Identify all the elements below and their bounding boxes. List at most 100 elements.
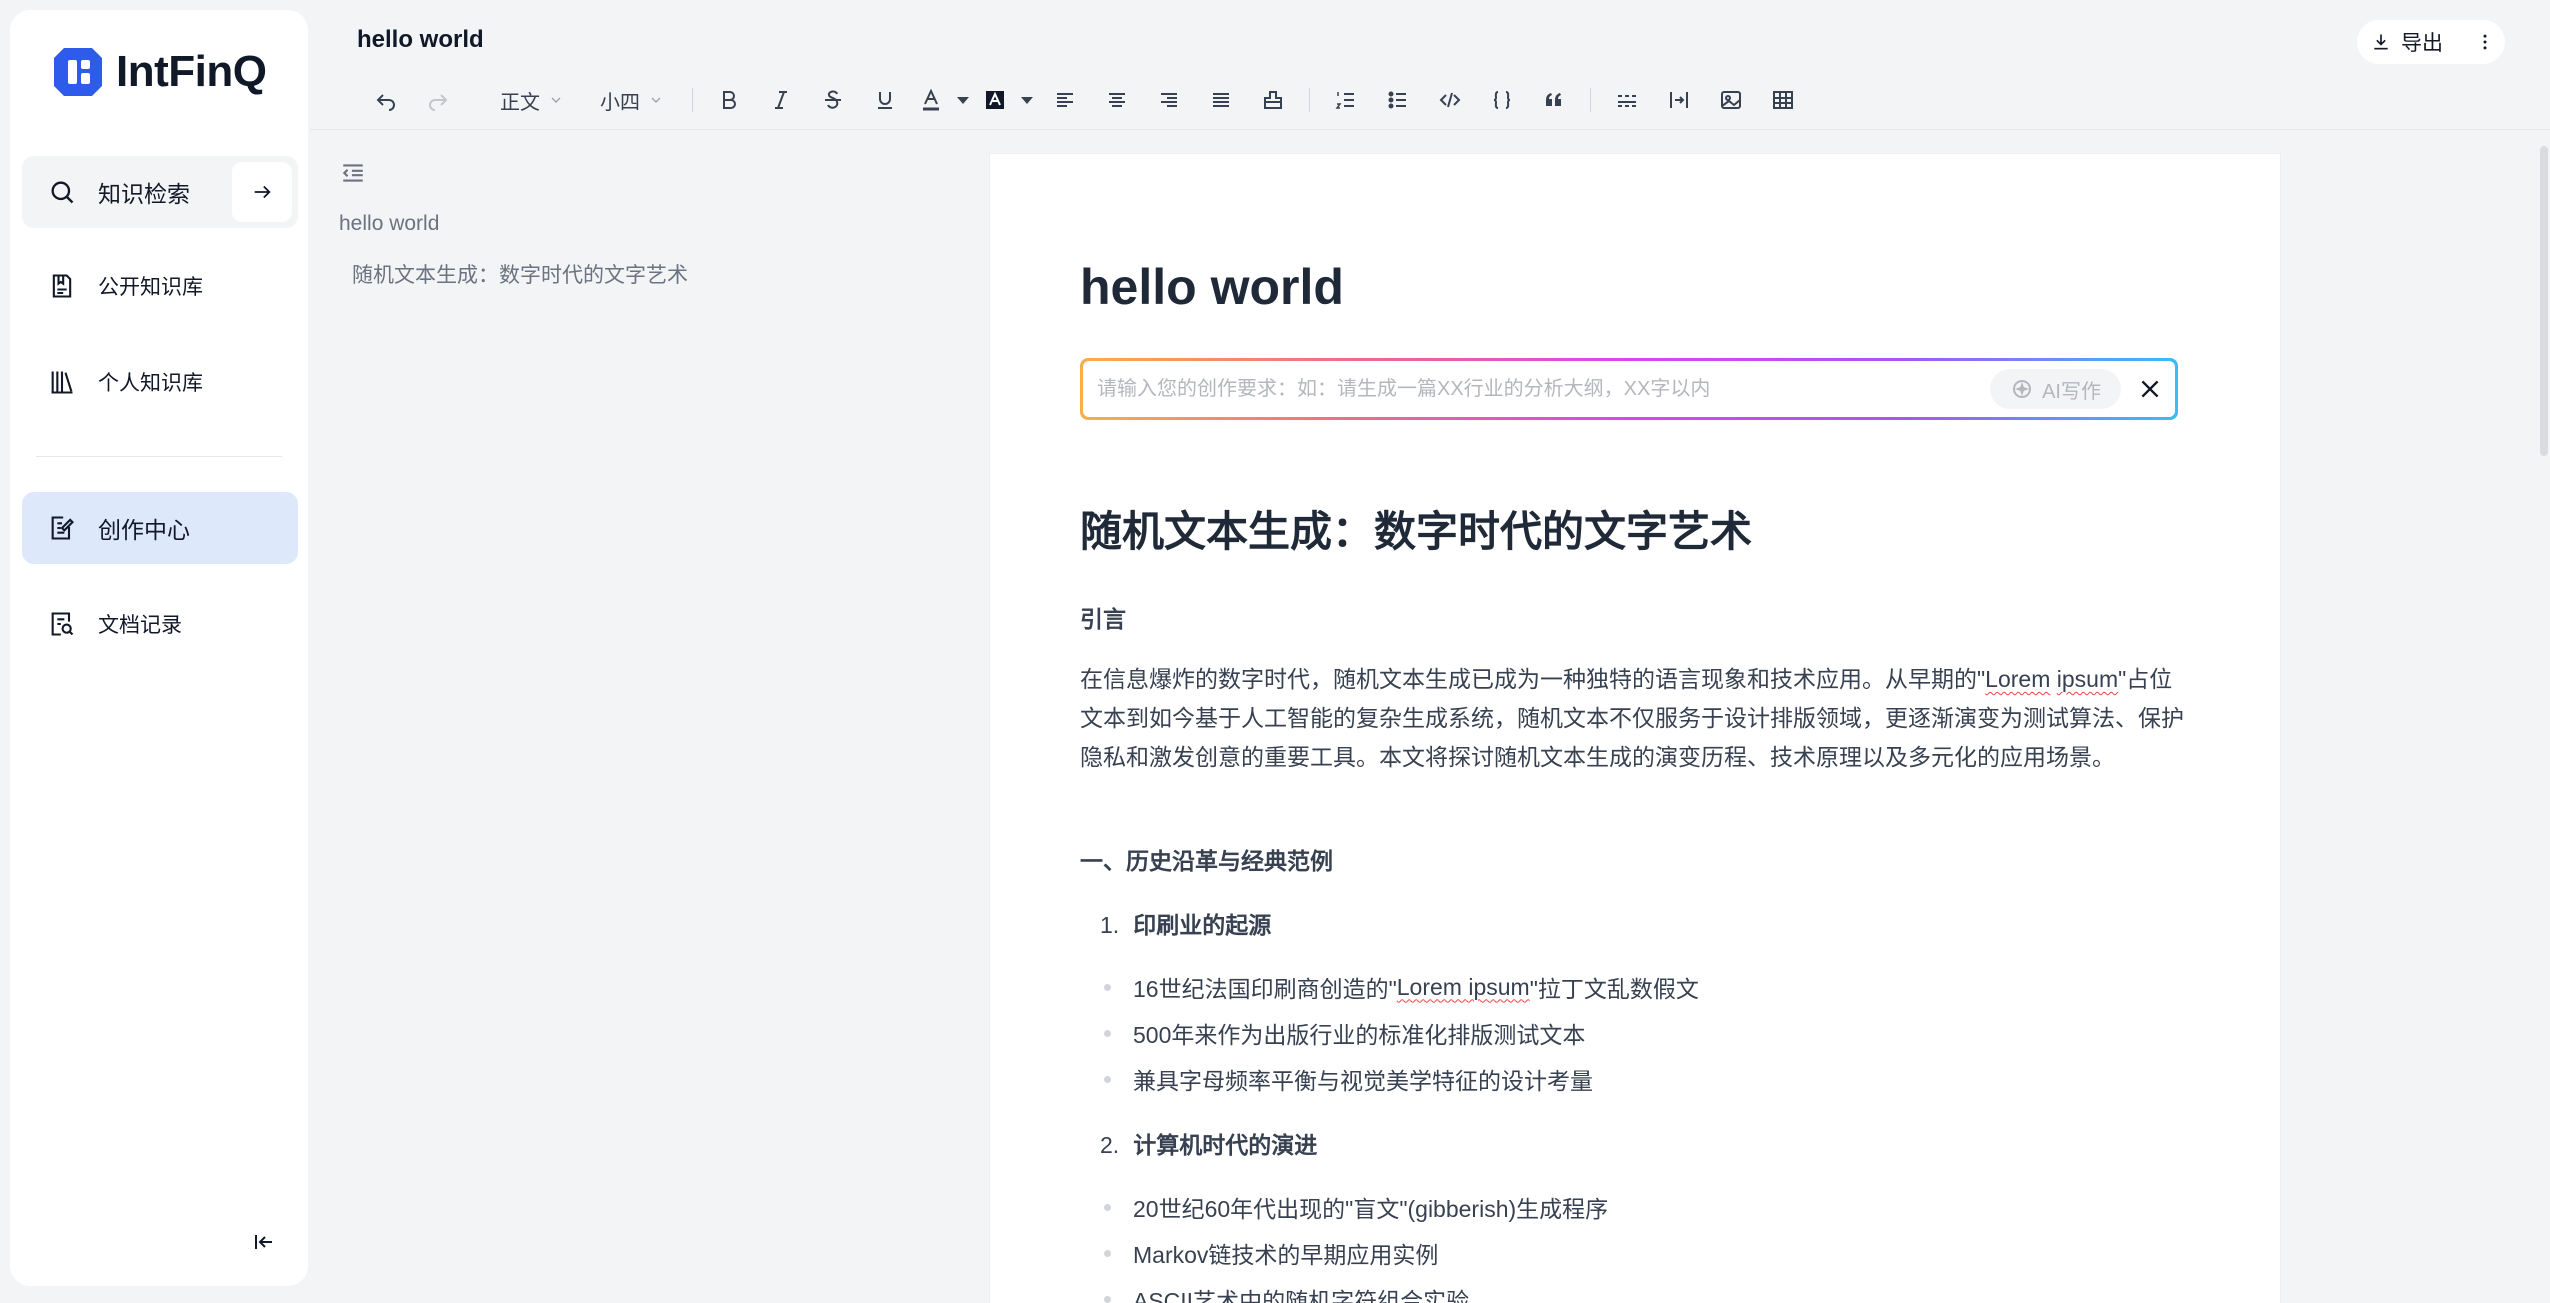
editor-toolbar: 正文 小四: [360, 78, 1809, 122]
doc-search-icon: [51, 612, 74, 636]
document-title: hello world: [357, 26, 484, 53]
list-item: 500年来作为出版行业的标准化排版测试文本: [1104, 1016, 1585, 1050]
list-item-title: 计算机时代的演进: [1133, 1132, 1318, 1158]
export-label: 导出: [2401, 32, 2443, 55]
highlight-color-dropdown[interactable]: [1015, 78, 1039, 122]
ai-prompt-input[interactable]: [1097, 377, 1957, 401]
sidebar-item-label: 创作中心: [98, 517, 190, 543]
ordered-list-button[interactable]: [1320, 78, 1372, 122]
column-button[interactable]: [1653, 78, 1705, 122]
sidebar-item-creation-center[interactable]: 创作中心: [22, 492, 298, 564]
code-block-button[interactable]: [1476, 78, 1528, 122]
list-item: ASCII艺术中的随机字符组合实验: [1104, 1282, 1469, 1303]
toolbar-separator: [1590, 88, 1591, 112]
logo[interactable]: IntFinQ: [50, 44, 267, 100]
intfinq-logo-icon: [54, 48, 102, 96]
code-icon: [1439, 92, 1461, 108]
font-size-value: 小四: [600, 91, 640, 114]
italic-icon: [775, 91, 787, 109]
underline-icon: [878, 92, 892, 109]
eraser-icon: [1264, 91, 1282, 109]
insert-image-button[interactable]: [1705, 78, 1757, 122]
insert-table-button[interactable]: [1757, 78, 1809, 122]
ai-prompt-box: AI写作: [1080, 358, 2178, 420]
heading-intro: 引言: [1080, 606, 1126, 632]
font-color-button[interactable]: [911, 78, 951, 122]
outline-item[interactable]: hello world: [339, 212, 439, 236]
clear-format-button[interactable]: [1247, 78, 1299, 122]
sidebar-item-label: 知识检索: [98, 181, 190, 207]
sidebar-item-label: 文档记录: [98, 614, 182, 637]
chevron-down-icon: [651, 97, 661, 103]
toolbar-separator: [1309, 88, 1310, 112]
edit-note-icon: [51, 516, 74, 540]
arrow-right-icon: [254, 185, 271, 199]
sidebar-item-knowledge-search[interactable]: 知识检索: [22, 156, 298, 228]
sidebar-item-public-kb[interactable]: 公开知识库: [22, 250, 298, 322]
sidebar-item-doc-records[interactable]: 文档记录: [22, 588, 298, 660]
list-item: 20世纪60年代出现的"盲文"(gibberish)生成程序: [1104, 1190, 1608, 1224]
toolbar-separator: [692, 88, 693, 112]
collapse-sidebar-button[interactable]: [246, 1224, 282, 1260]
strikethrough-button[interactable]: [807, 78, 859, 122]
editor-scrollbar[interactable]: [2540, 146, 2548, 456]
list-item: 兼具字母频率平衡与视觉美学特征的设计考量: [1104, 1062, 1593, 1096]
ai-sparkle-icon: [2013, 380, 2032, 398]
align-justify-icon: [1213, 93, 1229, 107]
heading-section-1: 一、历史沿革与经典范例: [1080, 848, 1333, 874]
table-icon: [1773, 91, 1793, 109]
inline-code-button[interactable]: [1424, 78, 1476, 122]
align-right-icon: [1161, 93, 1177, 107]
divider-button[interactable]: [1601, 78, 1653, 122]
outline-item[interactable]: 随机文本生成：数字时代的文字艺术: [352, 259, 688, 289]
sidebar: IntFinQ 知识检索 公开知识库 个人知识库 创作中心 文档记录: [10, 10, 308, 1286]
ai-write-label: AI写作: [2042, 380, 2101, 403]
sidebar-divider: [36, 456, 282, 457]
list-item: Markov链技术的早期应用实例: [1104, 1236, 1438, 1270]
ordered-list-icon: [1335, 92, 1354, 109]
columns-icon: [1670, 92, 1688, 108]
download-icon: [2374, 34, 2388, 50]
font-color-icon: [923, 88, 939, 111]
underline-button[interactable]: [859, 78, 911, 122]
sidebar-item-label: 个人知识库: [98, 372, 203, 395]
intro-paragraph: 在信息爆炸的数字时代，随机文本生成已成为一种独特的语言现象和技术应用。从早期的"…: [1080, 666, 2184, 770]
align-left-button[interactable]: [1039, 78, 1091, 122]
more-vertical-icon[interactable]: [2475, 32, 2495, 52]
align-left-icon: [1057, 93, 1073, 107]
collapse-left-icon: [255, 1235, 272, 1249]
bullet-list-button[interactable]: [1372, 78, 1424, 122]
ordered-list-item: 2. 计算机时代的演进: [1100, 1126, 1317, 1160]
paragraph-style-value: 正文: [500, 91, 540, 114]
heading-1: 随机文本生成：数字时代的文字艺术: [1080, 508, 1753, 555]
font-color-dropdown[interactable]: [951, 78, 975, 122]
undo-icon: [376, 94, 395, 111]
font-size-select[interactable]: 小四: [582, 78, 682, 122]
ai-write-button[interactable]: AI写作: [1990, 369, 2121, 409]
bold-button[interactable]: [703, 78, 755, 122]
redo-button[interactable]: [412, 78, 464, 122]
italic-button[interactable]: [755, 78, 807, 122]
highlight-color-button[interactable]: [975, 78, 1015, 122]
export-button[interactable]: 导出: [2357, 20, 2505, 64]
image-icon: [1721, 91, 1741, 109]
paragraph-style-select[interactable]: 正文: [482, 78, 582, 122]
search-go-button[interactable]: [232, 162, 292, 222]
blockquote-button[interactable]: [1528, 78, 1580, 122]
close-icon[interactable]: [2137, 376, 2163, 402]
sidebar-item-label: 公开知识库: [98, 276, 203, 299]
doc-main-title[interactable]: hello world: [1080, 258, 1344, 316]
align-right-button[interactable]: [1143, 78, 1195, 122]
chevron-down-icon: [551, 97, 561, 103]
library-icon: [51, 371, 73, 394]
align-center-icon: [1109, 93, 1125, 107]
align-center-button[interactable]: [1091, 78, 1143, 122]
list-item-title: 印刷业的起源: [1133, 912, 1272, 938]
bullet-list-icon: [1388, 91, 1406, 109]
outline-toggle-icon[interactable]: [340, 160, 366, 186]
quote-icon: [1546, 93, 1561, 106]
align-justify-button[interactable]: [1195, 78, 1247, 122]
caret-down-icon: [1021, 97, 1033, 104]
sidebar-item-personal-kb[interactable]: 个人知识库: [22, 346, 298, 418]
undo-button[interactable]: [360, 78, 412, 122]
